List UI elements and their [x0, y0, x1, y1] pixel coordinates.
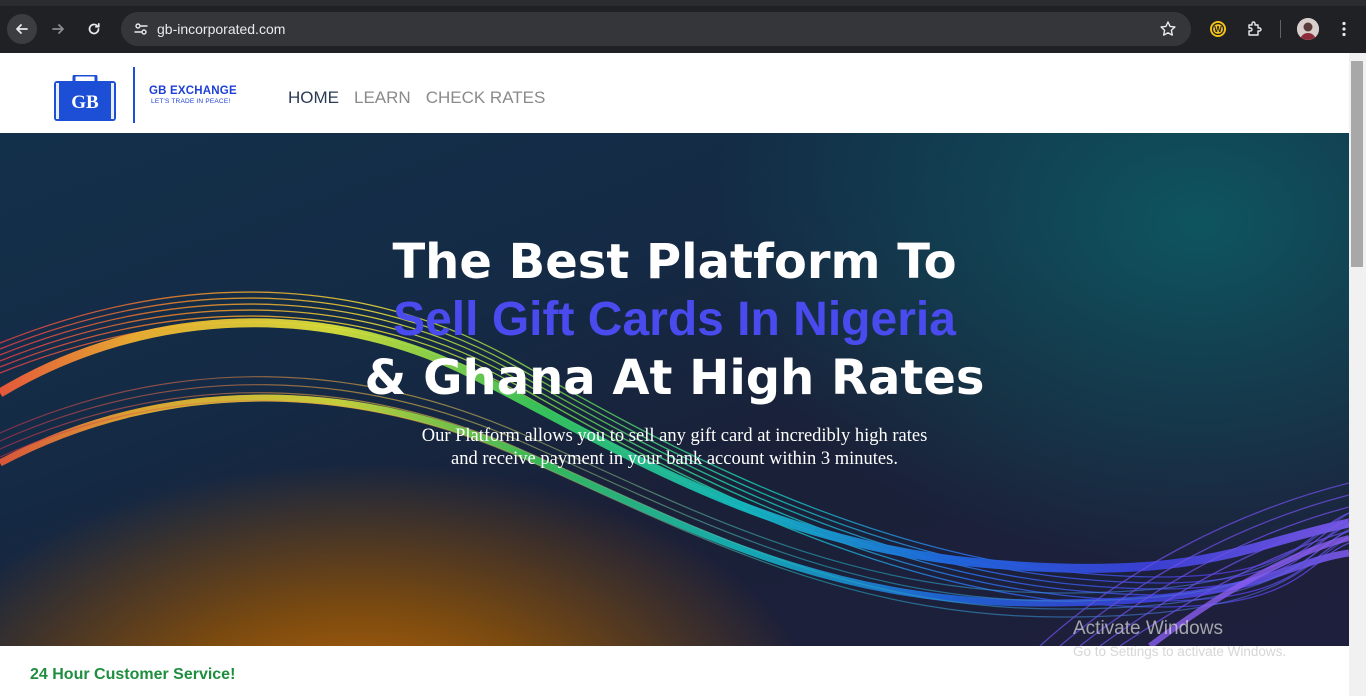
forward-button[interactable] — [43, 14, 73, 44]
site-header: GB GB EXCHANGE LET'S TRADE IN PEACE! HOM… — [0, 53, 1349, 133]
hero-headline-line2: Sell Gift Cards In Nigeria — [393, 293, 956, 346]
extensions-puzzle-icon[interactable] — [1243, 17, 1267, 41]
briefcase-logo-icon: GB — [54, 75, 116, 121]
svg-text:GB: GB — [71, 92, 99, 113]
hero-subtitle: Our Platform allows you to sell any gift… — [0, 425, 1349, 471]
browser-toolbar: gb-incorporated.com W — [0, 0, 1366, 53]
tab-strip — [0, 0, 1366, 6]
activate-windows-subtitle: Go to Settings to activate Windows. — [1073, 644, 1287, 659]
hero-section: The Best Platform To Sell Gift Cards In … — [0, 133, 1349, 646]
hero-content: The Best Platform To Sell Gift Cards In … — [0, 233, 1349, 471]
hero-subtitle-line1: Our Platform allows you to sell any gift… — [421, 426, 928, 446]
reload-button[interactable] — [79, 14, 109, 44]
hero-headline-line1: The Best Platform To — [392, 234, 957, 290]
main-nav: HOME LEARN CHECK RATES — [288, 88, 545, 108]
forward-arrow-icon — [52, 24, 64, 34]
toolbar-divider — [1280, 20, 1281, 38]
nav-check-rates[interactable]: CHECK RATES — [426, 88, 546, 108]
logo-divider — [133, 67, 135, 123]
activate-windows-title: Activate Windows — [1073, 618, 1223, 639]
url-text[interactable]: gb-incorporated.com — [157, 21, 285, 37]
nav-learn[interactable]: LEARN — [354, 88, 411, 108]
bookmark-star-icon[interactable] — [1157, 18, 1179, 40]
site-info-icon[interactable] — [129, 17, 153, 41]
kebab-menu-icon[interactable] — [1332, 17, 1356, 41]
extension-w-icon[interactable]: W — [1206, 17, 1230, 41]
hero-subtitle-line2: and receive payment in your bank account… — [451, 449, 898, 469]
address-bar[interactable]: gb-incorporated.com — [121, 12, 1191, 46]
reload-icon — [88, 22, 100, 35]
support-heading: 24 Hour Customer Service! — [30, 666, 236, 683]
profile-avatar[interactable] — [1297, 18, 1319, 40]
page-scrollbar[interactable] — [1349, 53, 1366, 696]
svg-text:W: W — [1214, 25, 1222, 34]
back-button[interactable] — [7, 14, 37, 44]
logo-title: GB EXCHANGE — [149, 85, 237, 97]
hero-headline-line3: & Ghana At High Rates — [364, 350, 985, 406]
logo-tagline: LET'S TRADE IN PEACE! — [151, 98, 231, 105]
back-arrow-icon — [16, 24, 28, 34]
site-logo[interactable]: GB GB EXCHANGE LET'S TRADE IN PEACE! — [52, 67, 252, 123]
scrollbar-thumb[interactable] — [1351, 61, 1363, 267]
nav-home[interactable]: HOME — [288, 88, 339, 108]
activate-windows-watermark: Activate Windows Go to Settings to activ… — [1073, 618, 1286, 659]
